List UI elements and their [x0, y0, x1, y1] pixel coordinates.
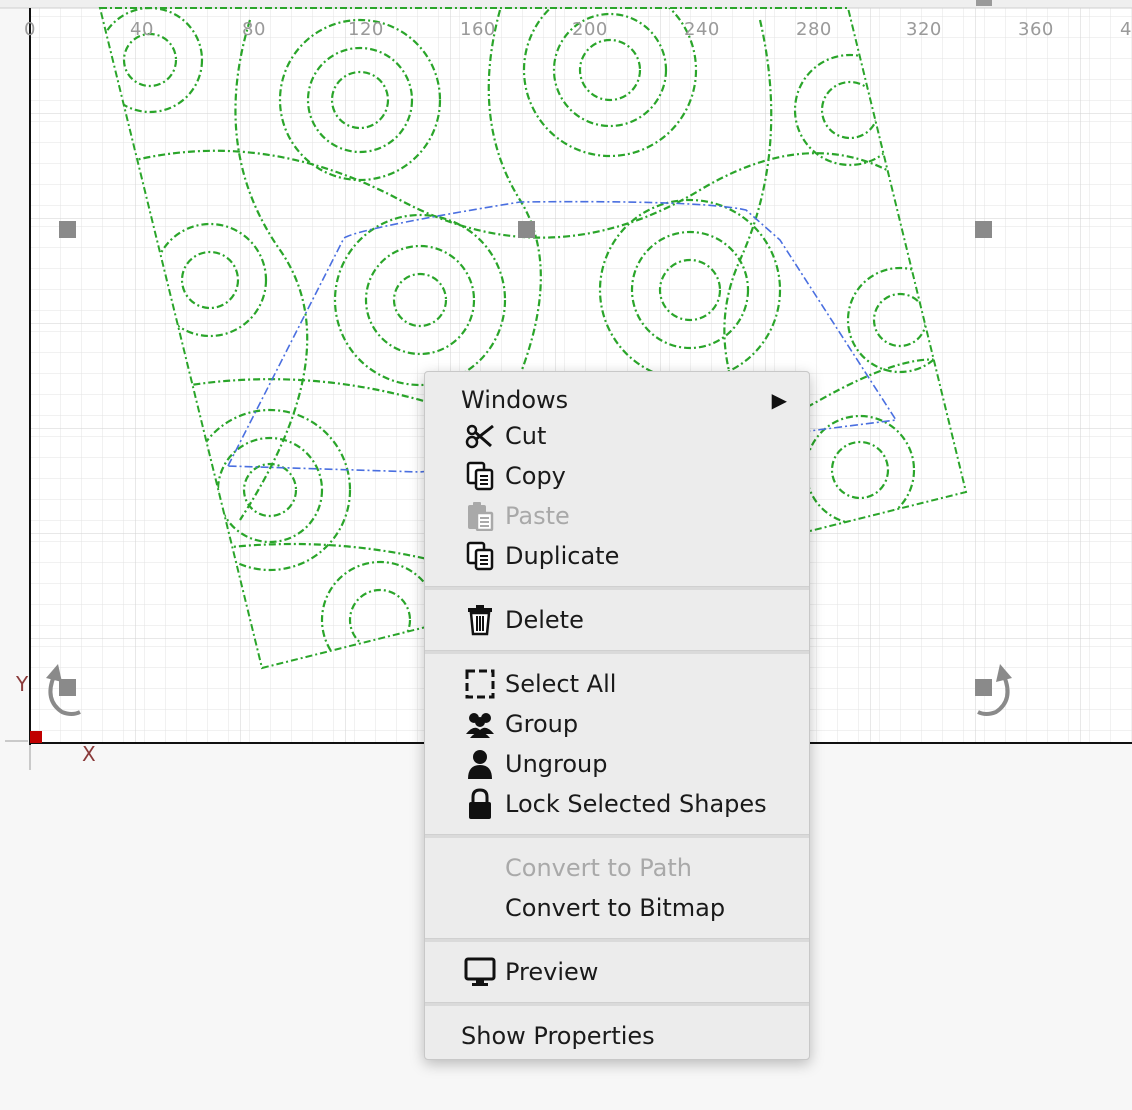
menu-item-convert-to-path[interactable]: Convert to Path: [425, 848, 809, 888]
menu-item-label: Group: [505, 710, 579, 738]
menu-item-paste[interactable]: Paste: [425, 496, 809, 536]
ruler-label: 160: [460, 19, 496, 40]
menu-item-ungroup[interactable]: Ungroup: [425, 744, 809, 784]
group-icon: [463, 708, 497, 740]
scissors-icon: [463, 420, 497, 452]
user-icon: [463, 748, 497, 780]
menu-separator: [425, 834, 809, 838]
menu-item-copy[interactable]: Copy: [425, 456, 809, 496]
menu-item-cut[interactable]: Cut: [425, 416, 809, 456]
menu-item-windows[interactable]: Windows ▶: [425, 380, 809, 420]
menu-item-delete[interactable]: Delete: [425, 600, 809, 640]
menu-item-label: Duplicate: [505, 542, 620, 570]
ruler-label: 200: [572, 19, 608, 40]
handle-bottom-right: [975, 679, 992, 696]
menu-item-label: Delete: [505, 606, 584, 634]
menu-item-label: Windows: [461, 386, 569, 414]
ruler-label: 240: [684, 19, 720, 40]
menu-item-label: Ungroup: [505, 750, 608, 778]
menu-separator: [425, 650, 809, 654]
menu-item-group[interactable]: Group: [425, 704, 809, 744]
duplicate-icon: [463, 540, 497, 572]
menu-item-label: Copy: [505, 462, 566, 490]
menu-item-show-properties[interactable]: Show Properties: [425, 1016, 809, 1056]
select-all-icon: [463, 668, 497, 700]
menu-item-convert-to-bitmap[interactable]: Convert to Bitmap: [425, 888, 809, 928]
ruler-label: 0: [24, 19, 36, 40]
ruler-label: 320: [906, 19, 942, 40]
origin-marker: [30, 731, 42, 743]
menu-item-select-all[interactable]: Select All: [425, 664, 809, 704]
ruler-label: 120: [348, 19, 384, 40]
ruler-label: 360: [1018, 19, 1054, 40]
menu-item-preview[interactable]: Preview: [425, 952, 809, 992]
x-axis-label: X: [82, 742, 96, 766]
menu-item-label: Convert to Path: [505, 854, 692, 882]
menu-item-label: Convert to Bitmap: [505, 894, 726, 922]
ruler-label: 280: [796, 19, 832, 40]
handle-top-left: [59, 221, 76, 238]
menu-item-label: Preview: [505, 958, 599, 986]
lock-icon: [463, 788, 497, 820]
menu-item-label: Paste: [505, 502, 570, 530]
menu-item-label: Lock Selected Shapes: [505, 790, 767, 818]
menu-item-label: Show Properties: [461, 1022, 655, 1050]
ruler-label: 4: [1120, 19, 1132, 40]
top-ruler: [0, 0, 1132, 8]
trash-icon: [463, 604, 497, 636]
context-menu: Windows ▶ Cut Copy Paste Duplicate Delet…: [424, 371, 810, 1060]
menu-separator: [425, 586, 809, 590]
handle-top-middle: [518, 221, 535, 238]
y-axis-label: Y: [16, 672, 29, 696]
menu-separator: [425, 1002, 809, 1006]
menu-separator: [425, 938, 809, 942]
menu-item-label: Cut: [505, 422, 547, 450]
menu-item-label: Select All: [505, 670, 617, 698]
menu-item-duplicate[interactable]: Duplicate: [425, 536, 809, 576]
submenu-arrow-icon: ▶: [771, 390, 787, 412]
ruler-label: 80: [242, 19, 266, 40]
handle-top-right: [975, 221, 992, 238]
menu-item-lock[interactable]: Lock Selected Shapes: [425, 784, 809, 824]
ruler-label: 40: [130, 19, 154, 40]
paste-icon: [463, 500, 497, 532]
monitor-icon: [463, 956, 497, 988]
copy-icon: [463, 460, 497, 492]
